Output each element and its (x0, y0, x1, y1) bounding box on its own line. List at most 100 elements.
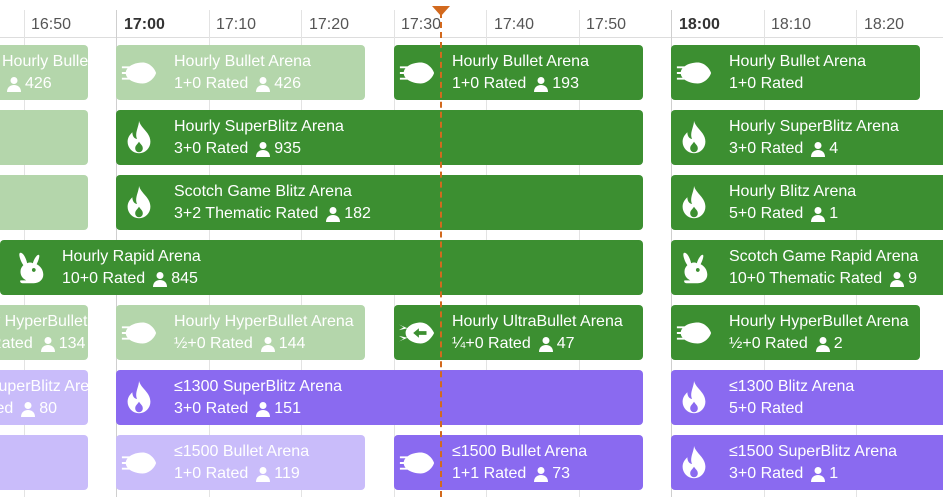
bullet-icon (394, 435, 440, 490)
player-count: 2 (833, 334, 843, 352)
tournament-meta: 3+0 Rated 4 (729, 138, 943, 160)
tournament-meta: 3+0 Rated 935 (174, 138, 643, 160)
tournament-name: Scotch Game Blitz Arena (174, 182, 352, 200)
tournament-card[interactable]: Hourly UltraBullet Arena ¼+0 Rated 47 (394, 305, 643, 360)
user-icon (153, 271, 168, 287)
rabbit-icon (0, 240, 60, 295)
tournament-meta: ¼+0 Rated 47 (452, 333, 643, 355)
user-icon (256, 401, 271, 417)
tournament-meta: 426 (2, 73, 88, 95)
player-count: 144 (278, 334, 306, 352)
tournament-meta: 10+0 Rated 845 (62, 268, 643, 290)
tournament-card[interactable]: Hourly SuperBlitz Arena 3+0 Rated 4 (671, 110, 943, 165)
tournament-mode: 10+0 Thematic Rated (729, 269, 883, 287)
tournament-card[interactable]: ≤1300 Blitz Arena 5+0 Rated (671, 370, 943, 425)
tournament-card[interactable]: Hourly HyperBullet Arena ½+0 Rated 134 (0, 305, 88, 360)
tournament-meta: 1+0 Rated (729, 73, 920, 95)
tournament-name: Scotch Game Rapid Arena (729, 247, 919, 265)
flame-icon (116, 110, 162, 165)
tournament-mode: ½+0 Rated (0, 334, 33, 352)
tournament-name: Hourly HyperBullet Arena (729, 312, 909, 330)
player-count: 193 (552, 74, 579, 92)
tournament-card[interactable] (0, 175, 88, 230)
tournament-mode: ½+0 Rated (729, 334, 808, 352)
tournament-name: ≤1500 SuperBlitz Arena (729, 442, 897, 460)
tournament-card[interactable]: Hourly Rapid Arena 10+0 Rated 845 (0, 240, 643, 295)
player-count: 119 (274, 464, 300, 482)
time-label: 18:20 (864, 16, 905, 33)
player-count: 1 (829, 464, 839, 482)
tournament-name: Hourly Bullet Arena (452, 52, 589, 70)
user-icon (538, 336, 553, 352)
tournament-name: ≤1300 SuperBlitz Arena (174, 377, 342, 395)
tournament-mode: 1+0 Rated (174, 74, 249, 92)
user-icon (811, 206, 826, 222)
tournament-name: Hourly UltraBullet Arena (452, 312, 623, 330)
time-label: 17:30 (401, 16, 442, 33)
user-icon (534, 466, 549, 482)
tournament-card[interactable]: Hourly Bullet Arena 1+0 Rated 426 (116, 45, 365, 100)
timeline-header: 16:50 17:00 17:10 17:20 17:30 17:40 17:5… (0, 0, 943, 38)
flame-icon (671, 435, 717, 490)
tournament-name: Hourly Rapid Arena (62, 247, 201, 265)
player-count: 845 (171, 269, 198, 287)
tournament-mode: 3+0 Rated (729, 464, 804, 482)
tournament-name: ≤1300 Blitz Arena (729, 377, 855, 395)
user-icon (890, 271, 905, 287)
user-icon (256, 76, 271, 92)
tournament-meta: 1+0 Rated 119 (174, 463, 365, 485)
tournament-meta: 3+0 Rated 1 (729, 463, 943, 485)
tournament-card[interactable] (0, 435, 88, 490)
tournament-mode: 3+0 Rated (729, 139, 804, 157)
tournament-card[interactable]: Hourly Bullet Arena 426 (0, 45, 88, 100)
time-label: 17:40 (494, 16, 535, 33)
tournament-mode: 1+0 Rated (452, 74, 527, 92)
time-label: 17:20 (309, 16, 350, 33)
player-count: 935 (274, 139, 301, 157)
tournament-card[interactable]: Scotch Game Blitz Arena 3+2 Thematic Rat… (116, 175, 643, 230)
tournament-mode: 3+2 Thematic Rated (174, 204, 319, 222)
bullet-icon (394, 45, 440, 100)
player-count: 47 (556, 334, 575, 352)
tournament-mode: 1+1 Rated (452, 464, 527, 482)
tournament-card[interactable]: ≤1500 SuperBlitz Arena 3+0 Rated 1 (671, 435, 943, 490)
user-icon (815, 336, 830, 352)
tournament-card[interactable]: Hourly Bullet Arena 1+0 Rated (671, 45, 920, 100)
tournament-name: Hourly Blitz Arena (729, 182, 857, 200)
flame-icon (671, 370, 717, 425)
tournament-name: Hourly Bullet Arena (174, 52, 311, 70)
ultrabullet-icon (394, 305, 440, 360)
tournament-card[interactable]: ≤1300 SuperBlitz Arena 3+0 Rated 80 (0, 370, 88, 425)
tournament-card[interactable]: Scotch Game Rapid Arena 10+0 Thematic Ra… (671, 240, 943, 295)
tournament-name: Hourly SuperBlitz Arena (174, 117, 344, 135)
tournament-mode: 10+0 Rated (62, 269, 146, 287)
tournament-card[interactable]: ≤1500 Bullet Arena 1+0 Rated 119 (116, 435, 365, 490)
tournament-card[interactable] (0, 110, 88, 165)
tournament-meta: 3+2 Thematic Rated 182 (174, 203, 643, 225)
tournament-meta: 10+0 Thematic Rated 9 (729, 268, 943, 290)
tournament-mode: ¼+0 Rated (452, 334, 531, 352)
tournament-card[interactable]: Hourly SuperBlitz Arena 3+0 Rated 935 (116, 110, 643, 165)
player-count: 426 (274, 74, 301, 92)
tournament-name: Hourly HyperBullet Arena (0, 312, 88, 330)
tournament-mode: ½+0 Rated (174, 334, 253, 352)
tournament-meta: ½+0 Rated 144 (174, 333, 365, 355)
bullet-icon (116, 45, 162, 100)
tournament-mode: 3+0 Rated (174, 399, 249, 417)
tournament-card[interactable]: Hourly Bullet Arena 1+0 Rated 193 (394, 45, 643, 100)
bullet-icon (116, 305, 162, 360)
tournament-card[interactable]: Hourly HyperBullet Arena ½+0 Rated 144 (116, 305, 365, 360)
tournament-card[interactable]: ≤1500 Bullet Arena 1+1 Rated 73 (394, 435, 643, 490)
player-count: 134 (58, 334, 86, 352)
time-label: 17:10 (216, 16, 257, 33)
user-icon (256, 466, 271, 482)
user-icon (7, 76, 21, 92)
user-icon (811, 141, 826, 157)
tournament-card[interactable]: ≤1300 SuperBlitz Arena 3+0 Rated 151 (116, 370, 643, 425)
user-icon (260, 336, 275, 352)
flame-icon (671, 175, 717, 230)
tournament-card[interactable]: Hourly HyperBullet Arena ½+0 Rated 2 (671, 305, 920, 360)
tournament-card[interactable]: Hourly Blitz Arena 5+0 Rated 1 (671, 175, 943, 230)
player-count: 151 (274, 399, 301, 417)
tournament-name: Hourly HyperBullet Arena (174, 312, 354, 330)
